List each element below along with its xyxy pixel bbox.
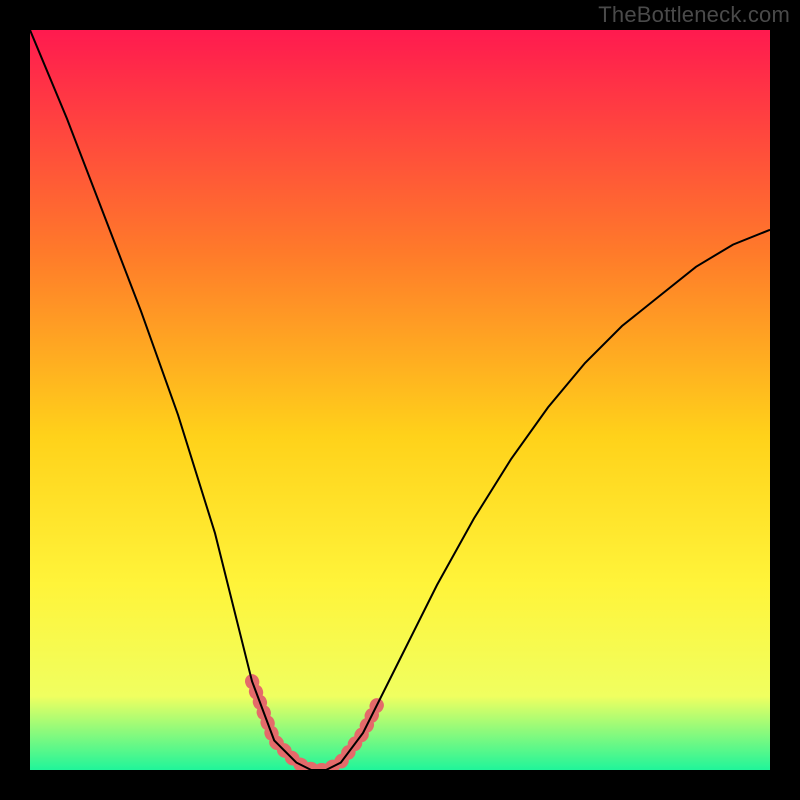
plot-svg [30, 30, 770, 770]
bottleneck-plot [30, 30, 770, 770]
chart-frame: TheBottleneck.com [0, 0, 800, 800]
watermark-text: TheBottleneck.com [598, 2, 790, 28]
